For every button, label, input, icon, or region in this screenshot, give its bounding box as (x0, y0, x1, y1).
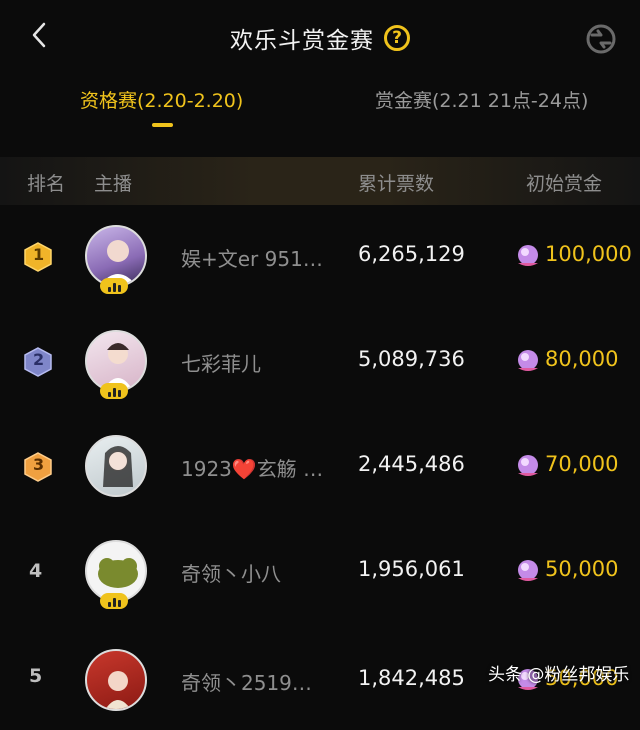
live-indicator-icon (100, 593, 128, 609)
page-title: 欢乐斗赏金赛 (230, 28, 374, 54)
anchor-name: 奇领丶2519… (181, 671, 312, 695)
rank-number: 1 (33, 245, 45, 264)
live-indicator-icon (100, 383, 128, 399)
gem-icon (518, 245, 538, 266)
refresh-button[interactable] (584, 22, 618, 56)
top-bar: 欢乐斗赏金赛 ? (0, 0, 640, 78)
column-header-rank: 排名 (27, 173, 66, 195)
tab-qualifier[interactable]: 资格赛(2.20-2.20) (80, 86, 243, 113)
table-row[interactable]: 3 1923❤️玄觞 … 2,445,486 70,000 (0, 415, 640, 520)
prize-amount: 70,000 (545, 452, 619, 476)
refresh-icon (586, 24, 616, 54)
anchor-name: 七彩菲儿 (181, 352, 261, 376)
gem-icon (518, 455, 538, 476)
active-tab-indicator (152, 123, 173, 127)
prize-amount: 80,000 (545, 347, 619, 371)
vote-count: 5,089,736 (358, 347, 465, 371)
rank-number: 2 (33, 350, 45, 369)
table-row[interactable]: 1 娱+文er 951… 6,265,129 100,000 (0, 205, 640, 310)
rank-number: 4 (29, 560, 43, 582)
avatar[interactable] (85, 649, 147, 711)
rank-number: 5 (29, 665, 43, 687)
prize-amount: 50,000 (545, 557, 619, 581)
gem-icon (518, 560, 538, 581)
prize-amount: 100,000 (545, 242, 632, 266)
vote-count: 2,445,486 (358, 452, 465, 476)
live-indicator-icon (100, 278, 128, 294)
table-row[interactable]: 2 七彩菲儿 5,089,736 80,000 (0, 310, 640, 415)
tab-bar: 资格赛(2.20-2.20) 赏金赛(2.21 21点-24点) (0, 78, 640, 134)
anchor-name: 娱+文er 951… (181, 247, 323, 271)
rank-number: 3 (33, 455, 45, 474)
help-icon[interactable]: ? (384, 25, 410, 51)
avatar[interactable] (85, 435, 147, 497)
vote-count: 1,956,061 (358, 557, 465, 581)
anchor-name: 1923❤️玄觞 … (181, 457, 324, 481)
column-header-votes: 累计票数 (358, 173, 435, 195)
table-row[interactable]: 4 奇领丶小八 1,956,061 50,000 (0, 520, 640, 625)
vote-count: 1,842,485 (358, 666, 465, 690)
table-header: 排名 主播 累计票数 初始赏金 (0, 157, 640, 205)
column-header-prize: 初始赏金 (526, 173, 603, 195)
column-header-anchor: 主播 (94, 173, 133, 195)
anchor-name: 奇领丶小八 (181, 562, 281, 586)
vote-count: 6,265,129 (358, 242, 465, 266)
gem-icon (518, 350, 538, 371)
tab-bounty[interactable]: 赏金赛(2.21 21点-24点) (375, 86, 588, 113)
watermark: 头条 @粉丝邦娱乐 (488, 665, 630, 685)
title-wrap: 欢乐斗赏金赛 ? (0, 20, 640, 56)
